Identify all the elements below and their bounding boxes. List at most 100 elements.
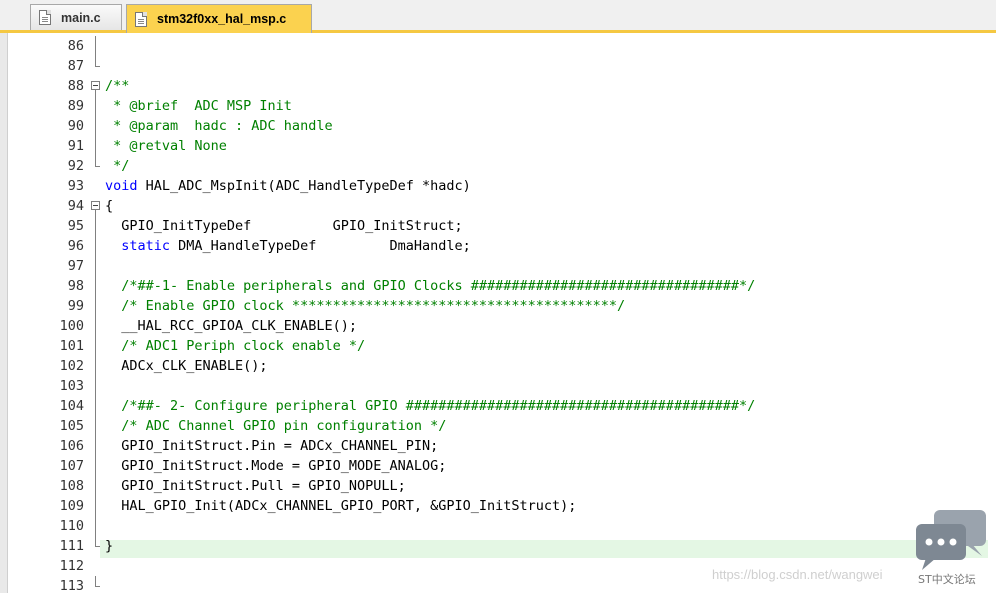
line-number: 97 bbox=[67, 258, 84, 274]
code-token: GPIO_InitStruct.Pull = GPIO_NOPULL; bbox=[105, 478, 406, 494]
code-comment: /*##-1- Enable peripherals and GPIO Cloc… bbox=[105, 278, 756, 294]
line-number: 112 bbox=[59, 558, 84, 574]
code-line[interactable]: 104 /*##- 2- Configure peripheral GPIO #… bbox=[8, 396, 996, 416]
code-token: GPIO_InitStruct.Pin = ADCx_CHANNEL_PIN; bbox=[105, 438, 439, 454]
code-token: __HAL_RCC_GPIOA_CLK_ENABLE(); bbox=[105, 318, 357, 334]
line-number: 87 bbox=[67, 58, 84, 74]
code-line[interactable]: 109 HAL_GPIO_Init(ADCx_CHANNEL_GPIO_PORT… bbox=[8, 496, 996, 516]
code-line[interactable]: 106 GPIO_InitStruct.Pin = ADCx_CHANNEL_P… bbox=[8, 436, 996, 456]
line-number: 104 bbox=[59, 398, 84, 414]
line-number: 107 bbox=[59, 458, 84, 474]
code-line[interactable]: 99 /* Enable GPIO clock ****************… bbox=[8, 296, 996, 316]
code-line[interactable]: 111} bbox=[8, 536, 996, 556]
line-number: 96 bbox=[67, 238, 84, 254]
code-comment: * @retval None bbox=[105, 138, 227, 154]
line-number: 93 bbox=[67, 178, 84, 194]
fold-guide bbox=[91, 136, 101, 156]
code-comment: * @param hadc : ADC handle bbox=[105, 118, 333, 134]
line-number: 103 bbox=[59, 378, 84, 394]
fold-guide bbox=[91, 156, 101, 176]
fold-guide bbox=[91, 236, 101, 256]
code-line[interactable]: 88 /** bbox=[8, 76, 996, 96]
code-token: DMA_HandleTypeDef DmaHandle; bbox=[170, 238, 471, 254]
code-keyword: void bbox=[105, 178, 138, 194]
code-line[interactable]: 103 bbox=[8, 376, 996, 396]
code-line[interactable]: 87 bbox=[8, 56, 996, 76]
code-text: /*##-1- Enable peripherals and GPIO Cloc… bbox=[105, 276, 755, 296]
line-number: 108 bbox=[59, 478, 84, 494]
code-comment: /** bbox=[105, 78, 130, 94]
code-line[interactable]: 102 ADCx_CLK_ENABLE(); bbox=[8, 356, 996, 376]
tab-label: main.c bbox=[61, 10, 101, 25]
code-text: GPIO_InitTypeDef GPIO_InitStruct; bbox=[105, 216, 462, 236]
fold-guide bbox=[91, 376, 101, 396]
line-number: 106 bbox=[59, 438, 84, 454]
code-comment: * @brief ADC MSP Init bbox=[105, 98, 292, 114]
line-number: 86 bbox=[67, 38, 84, 54]
code-token: { bbox=[105, 198, 114, 214]
watermark-url: https://blog.csdn.net/wangwei bbox=[712, 567, 883, 582]
fold-guide bbox=[91, 576, 101, 596]
code-line[interactable]: 96 static DMA_HandleTypeDef DmaHandle; bbox=[8, 236, 996, 256]
line-number: 111 bbox=[59, 538, 84, 554]
line-number: 92 bbox=[67, 158, 84, 174]
line-number: 100 bbox=[59, 318, 84, 334]
code-line[interactable]: 89 * @brief ADC MSP Init bbox=[8, 96, 996, 116]
code-text: * @retval None bbox=[105, 136, 227, 156]
code-text: } bbox=[105, 536, 113, 556]
code-line[interactable]: 91 * @retval None bbox=[8, 136, 996, 156]
code-text: void HAL_ADC_MspInit(ADC_HandleTypeDef *… bbox=[105, 176, 471, 196]
fold-guide bbox=[91, 256, 101, 276]
fold-guide bbox=[91, 96, 101, 116]
code-text: * @brief ADC MSP Init bbox=[105, 96, 292, 116]
line-number: 95 bbox=[67, 218, 84, 234]
code-keyword: static bbox=[121, 238, 171, 254]
code-line[interactable]: 97 bbox=[8, 256, 996, 276]
code-line[interactable]: 108 GPIO_InitStruct.Pull = GPIO_NOPULL; bbox=[8, 476, 996, 496]
code-text: GPIO_InitStruct.Pin = ADCx_CHANNEL_PIN; bbox=[105, 436, 438, 456]
code-line[interactable]: 90 * @param hadc : ADC handle bbox=[8, 116, 996, 136]
code-line[interactable]: 93 void HAL_ADC_MspInit(ADC_HandleTypeDef… bbox=[8, 176, 996, 196]
fold-guide bbox=[91, 416, 101, 436]
code-text: * @param hadc : ADC handle bbox=[105, 116, 333, 136]
code-line[interactable]: 92 */ bbox=[8, 156, 996, 176]
line-number: 105 bbox=[59, 418, 84, 434]
code-line[interactable]: 98 /*##-1- Enable peripherals and GPIO C… bbox=[8, 276, 996, 296]
line-number: 102 bbox=[59, 358, 84, 374]
code-line[interactable]: 110 bbox=[8, 516, 996, 536]
fold-guide bbox=[91, 116, 101, 136]
tab-label: stm32f0xx_hal_msp.c bbox=[157, 12, 287, 26]
code-line[interactable]: 94 { bbox=[8, 196, 996, 216]
fold-toggle-icon[interactable] bbox=[91, 196, 101, 216]
code-text: /* ADC Channel GPIO pin configuration */ bbox=[105, 416, 446, 436]
code-text: /*##- 2- Configure peripheral GPIO #####… bbox=[105, 396, 755, 416]
code-text: HAL_GPIO_Init(ADCx_CHANNEL_GPIO_PORT, &G… bbox=[105, 496, 576, 516]
tab-bar: main.c stm32f0xx_hal_msp.c bbox=[0, 0, 996, 33]
code-comment: /* ADC Channel GPIO pin configuration */ bbox=[105, 418, 447, 434]
code-editor[interactable]: 86 87 88/** 89 * @brief ADC MSP Init 90 * @p… bbox=[8, 36, 996, 596]
code-comment: */ bbox=[105, 158, 130, 174]
fold-toggle-icon[interactable] bbox=[91, 76, 101, 96]
code-line[interactable]: 100 __HAL_RCC_GPIOA_CLK_ENABLE(); bbox=[8, 316, 996, 336]
code-line[interactable]: 101 /* ADC1 Periph clock enable */ bbox=[8, 336, 996, 356]
code-line[interactable]: 86 bbox=[8, 36, 996, 56]
fold-guide bbox=[91, 436, 101, 456]
fold-guide bbox=[91, 336, 101, 356]
fold-guide bbox=[91, 316, 101, 336]
code-line[interactable]: 105 /* ADC Channel GPIO pin configuratio… bbox=[8, 416, 996, 436]
tab-main-c[interactable]: main.c bbox=[30, 4, 122, 30]
fold-guide bbox=[91, 56, 101, 76]
fold-guide bbox=[91, 496, 101, 516]
code-text: /* ADC1 Periph clock enable */ bbox=[105, 336, 365, 356]
code-line[interactable]: 95 GPIO_InitTypeDef GPIO_InitStruct; bbox=[8, 216, 996, 236]
code-line[interactable]: 107 GPIO_InitStruct.Mode = GPIO_MODE_ANA… bbox=[8, 456, 996, 476]
tab-stm32f0xx-hal-msp-c[interactable]: stm32f0xx_hal_msp.c bbox=[126, 4, 312, 33]
code-text: */ bbox=[105, 156, 129, 176]
code-token: HAL_GPIO_Init(ADCx_CHANNEL_GPIO_PORT, &G… bbox=[105, 498, 577, 514]
code-text: GPIO_InitStruct.Pull = GPIO_NOPULL; bbox=[105, 476, 406, 496]
line-number: 89 bbox=[67, 98, 84, 114]
fold-guide bbox=[91, 36, 101, 56]
code-token: } bbox=[105, 538, 114, 554]
line-number: 109 bbox=[59, 498, 84, 514]
